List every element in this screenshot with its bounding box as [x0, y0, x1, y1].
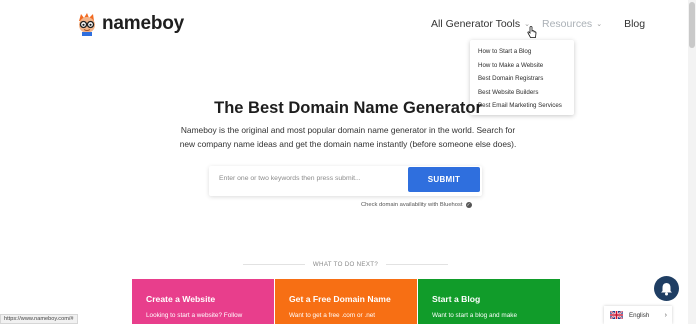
dropdown-item-make-website[interactable]: How to Make a Website [470, 59, 574, 73]
chevron-down-icon: ⌄ [596, 21, 603, 28]
card-title: Start a Blog [432, 294, 481, 304]
uk-flag-icon [610, 311, 623, 319]
divider-left [243, 264, 305, 265]
logo-text-bold: name [102, 13, 151, 34]
card-text: Want to get a free .com or .net [289, 312, 376, 319]
nav-blog[interactable]: Blog [624, 18, 645, 30]
card-create-website[interactable]: Create a Website Looking to start a webs… [132, 279, 274, 324]
check-circle-icon: ✓ [465, 202, 472, 208]
keyword-search-input[interactable] [219, 175, 399, 182]
what-to-do-next-label: WHAT TO DO NEXT? [312, 261, 379, 268]
chevron-right-icon: › [664, 311, 667, 319]
dropdown-item-website-builders[interactable]: Best Website Builders [470, 86, 574, 100]
nav-resources[interactable]: Resources ⌄ [542, 18, 602, 30]
domain-search-form: SUBMIT [209, 166, 482, 196]
notification-bell-button[interactable] [654, 276, 679, 301]
dropdown-item-domain-registrars[interactable]: Best Domain Registrars [470, 72, 574, 86]
card-text: Want to start a blog and make [432, 312, 518, 319]
site-logo[interactable]: nameboy [76, 12, 184, 36]
bell-icon [661, 282, 672, 295]
link-status-url: https://www.nameboy.com/# [0, 314, 78, 324]
nav-resources-label: Resources [541, 18, 593, 30]
language-label: English [629, 311, 650, 319]
dropdown-item-start-blog[interactable]: How to Start a Blog [470, 45, 574, 59]
hero-subtitle: Nameboy is the original and most popular… [179, 125, 517, 149]
card-title: Get a Free Domain Name [289, 294, 391, 304]
nav-all-generator-tools[interactable]: All Generator Tools ⌄ [431, 18, 530, 30]
hero-title: The Best Domain Name Generator [214, 99, 482, 117]
bluehost-note-text: Check domain availability with Bluehost [361, 202, 463, 208]
main-nav: All Generator Tools ⌄ Resources ⌄ Blog [431, 18, 645, 30]
card-text: Looking to start a website? Follow [146, 312, 243, 319]
bluehost-availability-note[interactable]: Check domain availability with Bluehost … [361, 202, 472, 208]
card-start-blog[interactable]: Start a Blog Want to start a blog and ma… [418, 279, 560, 324]
nav-generator-tools-label: All Generator Tools [431, 18, 521, 30]
card-title: Create a Website [146, 294, 216, 304]
hand-cursor-icon [527, 26, 537, 39]
language-selector[interactable]: English › [604, 306, 672, 324]
logo-wordmark: nameboy [102, 13, 184, 35]
submit-button[interactable]: SUBMIT [408, 167, 480, 192]
card-free-domain[interactable]: Get a Free Domain Name Want to get a fre… [275, 279, 417, 324]
nav-blog-label: Blog [624, 18, 646, 30]
nameboy-mascot-icon [76, 12, 98, 36]
divider-right [386, 264, 449, 265]
scrollbar-thumb[interactable] [689, 2, 695, 48]
logo-text-rest: boy [150, 13, 185, 34]
what-to-do-next-heading: WHAT TO DO NEXT? [243, 261, 449, 268]
page-scrollbar[interactable] [688, 0, 696, 324]
